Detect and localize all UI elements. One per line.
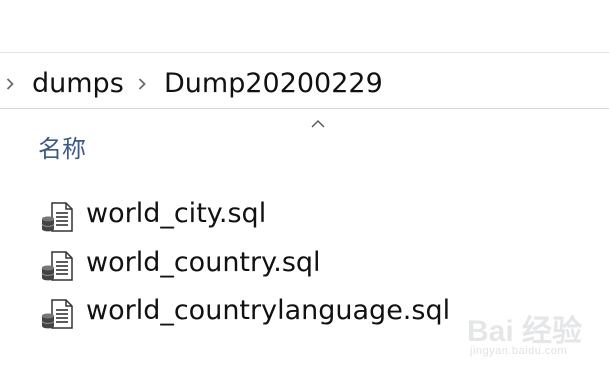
address-bar[interactable]: dumps Dump20200229: [0, 52, 609, 109]
file-name[interactable]: world_country.sql: [86, 246, 321, 280]
file-row[interactable]: world_city.sql: [36, 193, 456, 237]
watermark-url: jingyan.baidu.com: [470, 345, 568, 357]
file-name[interactable]: world_countrylanguage.sql: [86, 294, 450, 328]
window-top-area: [0, 0, 609, 52]
breadcrumb-item-dumps[interactable]: dumps: [32, 67, 124, 101]
file-row[interactable]: world_countrylanguage.sql: [36, 290, 456, 334]
file-row[interactable]: world_country.sql: [36, 242, 456, 286]
sort-ascending-icon[interactable]: [311, 120, 325, 128]
breadcrumb-item-dump20200229[interactable]: Dump20200229: [164, 67, 383, 101]
baidu-jingyan-watermark: Bai 经验 jingyan.baidu.com: [467, 306, 607, 370]
column-header-name[interactable]: 名称: [38, 133, 86, 165]
chevron-right-icon[interactable]: [6, 78, 14, 90]
file-name[interactable]: world_city.sql: [86, 197, 266, 231]
chevron-right-icon[interactable]: [138, 78, 146, 90]
sql-file-icon: [41, 202, 73, 232]
watermark-logo-text: Bai 经验: [467, 315, 583, 348]
sql-file-icon: [41, 299, 73, 329]
sql-file-icon: [41, 251, 73, 281]
